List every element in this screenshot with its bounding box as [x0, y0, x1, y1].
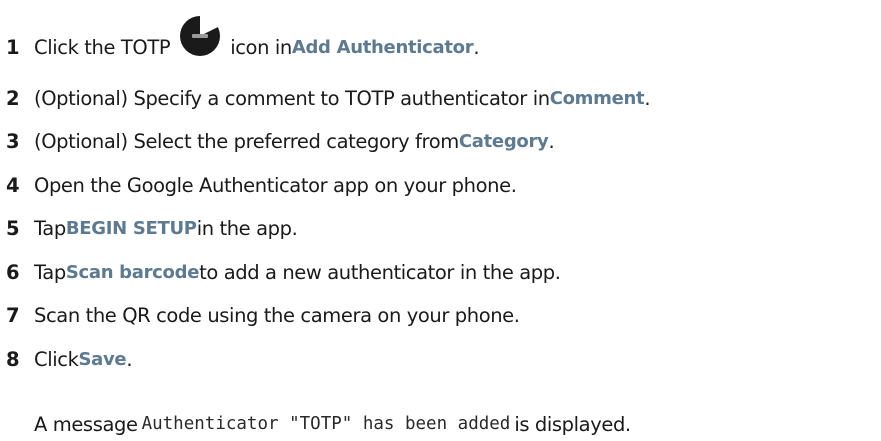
scan-barcode-label: Scan barcode — [65, 261, 200, 283]
result-suffix: is displayed. — [514, 412, 631, 436]
step-text: . — [548, 129, 555, 153]
step-4: 4 Open the Google Authenticator app on y… — [6, 168, 517, 202]
comment-label: Comment — [549, 87, 645, 109]
result-message: A message Authenticator "TOTP" has been … — [34, 407, 631, 441]
step-number: 7 — [6, 303, 20, 327]
category-label: Category — [458, 130, 549, 152]
step-6: 6 Tap Scan barcode to add a new authenti… — [6, 255, 561, 289]
step-text: Tap — [34, 260, 66, 284]
step-2: 2 (Optional) Specify a comment to TOTP a… — [6, 81, 651, 115]
instruction-steps: 1 Click the TOTP icon in Add Authenticat… — [0, 0, 881, 440]
step-text: icon in — [230, 35, 292, 59]
step-number: 2 — [6, 86, 20, 110]
step-number: 4 — [6, 173, 20, 197]
step-text: (Optional) Specify a comment to TOTP aut… — [34, 86, 550, 110]
step-1: 1 Click the TOTP icon in Add Authenticat… — [6, 14, 480, 64]
step-text: to add a new authenticator in the app. — [199, 260, 561, 284]
result-prefix: A message — [34, 412, 138, 436]
add-authenticator-label: Add Authenticator — [291, 36, 474, 58]
step-number: 8 — [6, 347, 20, 371]
step-number: 1 — [6, 35, 20, 59]
step-text: . — [126, 347, 133, 371]
step-text: Scan the QR code using the camera on you… — [34, 303, 520, 327]
begin-setup-label: BEGIN SETUP — [65, 217, 197, 239]
step-text: . — [644, 86, 651, 110]
step-text: Click — [34, 347, 79, 371]
step-7: 7 Scan the QR code using the camera on y… — [6, 298, 520, 332]
step-text: Click the TOTP — [34, 35, 171, 59]
step-text: Tap — [34, 216, 66, 240]
step-text: . — [473, 35, 480, 59]
step-3: 3 (Optional) Select the preferred catego… — [6, 124, 555, 158]
step-number: 6 — [6, 260, 20, 284]
save-label: Save — [78, 348, 127, 370]
step-text: (Optional) Select the preferred category… — [34, 129, 459, 153]
step-8: 8 Click Save . — [6, 342, 133, 376]
step-text: in the app. — [196, 216, 298, 240]
totp-icon — [175, 14, 225, 58]
step-5: 5 Tap BEGIN SETUP in the app. — [6, 211, 298, 245]
step-number: 5 — [6, 216, 20, 240]
step-text: Open the Google Authenticator app on you… — [34, 173, 517, 197]
step-number: 3 — [6, 129, 20, 153]
result-code: Authenticator "TOTP" has been added — [141, 414, 511, 434]
